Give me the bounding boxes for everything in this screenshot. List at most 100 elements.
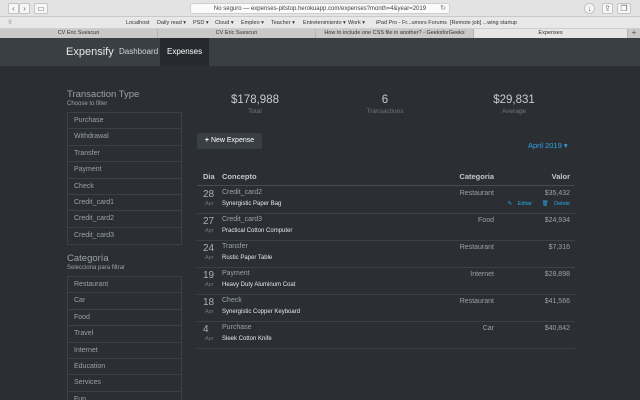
stat-transactions-value: 6 (381, 94, 389, 106)
table-row[interactable]: 27 Apr Credit_card3 Practical Cotton Com… (197, 214, 575, 241)
filter-category-fun[interactable]: Fun (68, 391, 181, 400)
bookmarks-bar: ⠿ Localhost Daily read ▾ PSD ▾ Cloud ▾ E… (0, 17, 640, 29)
row-month: Apr (205, 282, 214, 288)
header-categoria: Categoria (459, 172, 494, 181)
downloads-icon[interactable]: ↓ (584, 3, 595, 14)
row-month: Apr (205, 255, 214, 261)
row-concept: Credit_card3 (222, 216, 263, 223)
filter-type-credit-card1[interactable]: Credit_card1 (68, 194, 181, 212)
row-actions: ✎ Editar 🗑 Delete (500, 201, 570, 207)
row-product: Rustic Paper Table (222, 255, 273, 261)
filter-type-withdrawal[interactable]: Withdrawal (68, 129, 181, 146)
trash-icon: 🗑 (541, 201, 549, 207)
browser-tab-active[interactable]: Expenses (474, 29, 628, 38)
header-concepto: Concepto (222, 172, 257, 181)
bookmark-item[interactable]: PSD ▾ (193, 17, 209, 29)
filter-type-transfer[interactable]: Transfer (68, 145, 181, 163)
plus-icon: + (204, 137, 209, 144)
browser-tab[interactable]: CV Eric Suescun (0, 29, 158, 38)
app-navbar: Expensify Dashboard Expenses (0, 38, 640, 66)
edit-icon: ✎ (507, 201, 513, 207)
transaction-type-subtitle: Choose to filter (67, 101, 108, 107)
category-list: Restaurant Car Food Travel Internet Educ… (67, 276, 182, 400)
bookmark-item[interactable]: [Remote job] ...wing startup (450, 17, 517, 29)
row-value: $41,566 (544, 298, 570, 305)
stat-total: $178,988 Total (200, 94, 310, 115)
browser-tab[interactable]: How to include one CSS file in another? … (316, 29, 474, 38)
row-concept: Credit_card2 (222, 189, 263, 196)
bookmark-item[interactable]: Entretenimiento ▾ (303, 17, 346, 29)
filter-type-payment[interactable]: Payment (68, 162, 181, 179)
row-month: Apr (205, 336, 214, 342)
row-concept: Check (222, 297, 242, 304)
table-header: Dia Concepto Categoria Valor (197, 170, 575, 186)
new-tab-icon[interactable]: + (628, 29, 640, 38)
row-value: $40,842 (544, 325, 570, 332)
stat-average-label: Average (501, 108, 527, 115)
edit-button[interactable]: ✎ Editar (504, 201, 533, 207)
filter-type-credit-card2[interactable]: Credit_card2 (68, 211, 181, 228)
row-day: 24 (203, 243, 215, 254)
row-value: $28,898 (544, 271, 570, 278)
table-row[interactable]: 4 Apr Purchase Sleek Cotton Knife Car $4… (197, 322, 575, 349)
table-row[interactable]: 19 Apr Payment Heavy Duty Aluminum Coat … (197, 268, 575, 295)
new-expense-button[interactable]: + New Expense (197, 133, 262, 149)
bookmark-item[interactable]: Daily read ▾ (157, 17, 186, 29)
bookmark-item[interactable]: Cloud ▾ (215, 17, 234, 29)
filter-category-education[interactable]: Education (68, 358, 181, 376)
back-button[interactable]: ‹ (8, 3, 19, 14)
row-value: $24,934 (544, 217, 570, 224)
row-value: $7,316 (548, 244, 570, 251)
filter-category-food[interactable]: Food (68, 309, 181, 327)
reload-icon[interactable]: ↻ (440, 4, 446, 14)
table-row[interactable]: 18 Apr Check Synergistic Copper Keyboard… (197, 295, 575, 322)
filter-category-services[interactable]: Services (68, 375, 181, 392)
nav-dashboard[interactable]: Dashboard (112, 38, 165, 66)
forward-button[interactable]: › (19, 3, 30, 14)
row-category: Restaurant (459, 244, 494, 251)
row-day: 19 (203, 270, 215, 281)
row-category: Car (482, 325, 494, 332)
bookmark-item[interactable]: Teacher ▾ (271, 17, 295, 29)
row-concept: Payment (222, 270, 250, 277)
row-day: 18 (203, 297, 215, 308)
stat-total-value: $178,988 (231, 94, 279, 106)
month-selector[interactable]: April 2019 ▾ (528, 141, 568, 150)
bookmark-item[interactable]: Work ▾ (348, 17, 365, 29)
header-valor: Valor (551, 172, 570, 181)
tabs-overview-icon[interactable]: ❐ (617, 3, 631, 14)
filter-type-check[interactable]: Check (68, 178, 181, 195)
delete-button[interactable]: 🗑 Delete (538, 201, 570, 207)
browser-tab-bar: CV Eric Suescun CV Eric Suescun How to i… (0, 29, 640, 38)
stat-average-value: $29,831 (493, 94, 535, 106)
row-month: Apr (205, 228, 214, 234)
bookmark-item[interactable]: Localhost (126, 17, 150, 29)
row-value: $35,432 (544, 190, 570, 197)
filter-category-travel[interactable]: Travel (68, 326, 181, 343)
table-row[interactable]: 24 Apr Transfer Rustic Paper Table Resta… (197, 241, 575, 268)
address-bar[interactable]: No seguro — expenses-pitstop.herokuapp.c… (190, 3, 450, 14)
row-month: Apr (205, 309, 214, 315)
filter-type-purchase[interactable]: Purchase (68, 113, 181, 130)
share-icon[interactable]: ⇪ (602, 3, 613, 14)
bookmark-item[interactable]: iPad Pro - Fr...umors Forums (376, 17, 447, 29)
browser-tab[interactable]: CV Eric Suescun (158, 29, 316, 38)
row-category: Internet (470, 271, 494, 278)
row-product: Sleek Cotton Knife (222, 336, 272, 342)
row-concept: Purchase (222, 324, 252, 331)
filter-category-car[interactable]: Car (68, 293, 181, 310)
transaction-type-title: Transaction Type (67, 89, 140, 100)
transaction-type-list: Purchase Withdrawal Transfer Payment Che… (67, 112, 182, 246)
filter-category-restaurant[interactable]: Restaurant (68, 277, 181, 294)
row-month: Apr (205, 201, 214, 207)
bookmark-item[interactable]: Empleo ▾ (241, 17, 264, 29)
header-dia: Dia (203, 172, 215, 181)
filter-type-credit-card3[interactable]: Credit_card3 (68, 227, 181, 245)
nav-expenses[interactable]: Expenses (160, 38, 210, 66)
filter-category-internet[interactable]: Internet (68, 342, 181, 359)
table-row[interactable]: 28 Apr Credit_card2 Synergistic Paper Ba… (197, 187, 575, 214)
sidebar-toggle-icon[interactable]: ▭ (34, 3, 48, 14)
grid-icon[interactable]: ⠿ (8, 17, 12, 29)
stat-transactions: 6 Transactions (330, 94, 440, 115)
brand-logo[interactable]: Expensify (66, 38, 114, 66)
